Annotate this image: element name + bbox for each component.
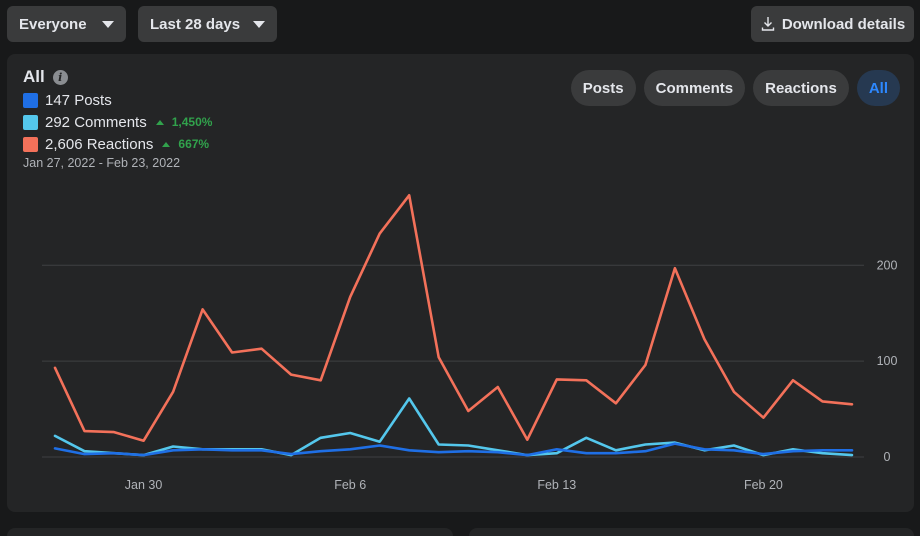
filter-comments[interactable]: Comments [643, 70, 746, 106]
date-range-text: Jan 27, 2022 - Feb 23, 2022 [23, 156, 181, 170]
chevron-down-icon [253, 20, 265, 28]
date-range-dropdown[interactable]: Last 28 days [138, 6, 277, 42]
filter-reactions[interactable]: Reactions [753, 70, 849, 106]
delta-value: 667% [178, 137, 210, 151]
series-line-reactions [53, 194, 854, 443]
arrow-up-icon [162, 141, 171, 147]
legend-label: 2,606 Reactions [45, 135, 154, 153]
download-details-label: Download details [781, 15, 906, 33]
legend: 147 Posts 292 Comments 1,450% 2,606 Reac… [23, 89, 212, 155]
x-tick-label: Feb 6 [334, 478, 366, 492]
y-tick-label: 0 [884, 450, 891, 464]
audience-dropdown-label: Everyone [19, 15, 87, 33]
next-card-left [7, 528, 453, 536]
download-details-button[interactable]: Download details [751, 6, 914, 42]
x-tick-label: Jan 30 [125, 478, 163, 492]
filter-all[interactable]: All [856, 70, 900, 106]
x-tick-label: Feb 13 [537, 478, 576, 492]
delta-badge: 1,450% [155, 115, 213, 129]
download-icon [761, 17, 775, 31]
card-title: All [23, 67, 45, 86]
legend-item-posts: 147 Posts [23, 89, 212, 111]
info-icon[interactable]: i [52, 69, 68, 85]
filter-pills: Posts Comments Reactions All [570, 70, 900, 106]
series-line-comments [53, 397, 854, 457]
delta-badge: 667% [162, 137, 209, 151]
legend-swatch [23, 136, 38, 152]
legend-swatch [23, 92, 38, 108]
filter-posts[interactable]: Posts [570, 70, 636, 106]
chevron-down-icon [102, 20, 114, 28]
legend-item-reactions: 2,606 Reactions 667% [23, 133, 212, 155]
date-range-dropdown-label: Last 28 days [150, 15, 241, 33]
legend-item-comments: 292 Comments 1,450% [23, 111, 212, 133]
arrow-up-icon [155, 119, 164, 125]
audience-dropdown[interactable]: Everyone [7, 6, 126, 42]
y-tick-label: 200 [877, 258, 898, 272]
legend-label: 147 Posts [45, 91, 112, 109]
x-tick-label: Feb 20 [744, 478, 783, 492]
legend-swatch [23, 114, 38, 130]
y-tick-label: 100 [877, 354, 898, 368]
delta-value: 1,450% [171, 115, 213, 129]
next-card-right [469, 528, 914, 536]
legend-label: 292 Comments [45, 113, 147, 131]
engagement-card: 0 100 200 Jan 30 Feb 6 Feb 13 Feb 20 All i 147… [7, 54, 914, 512]
